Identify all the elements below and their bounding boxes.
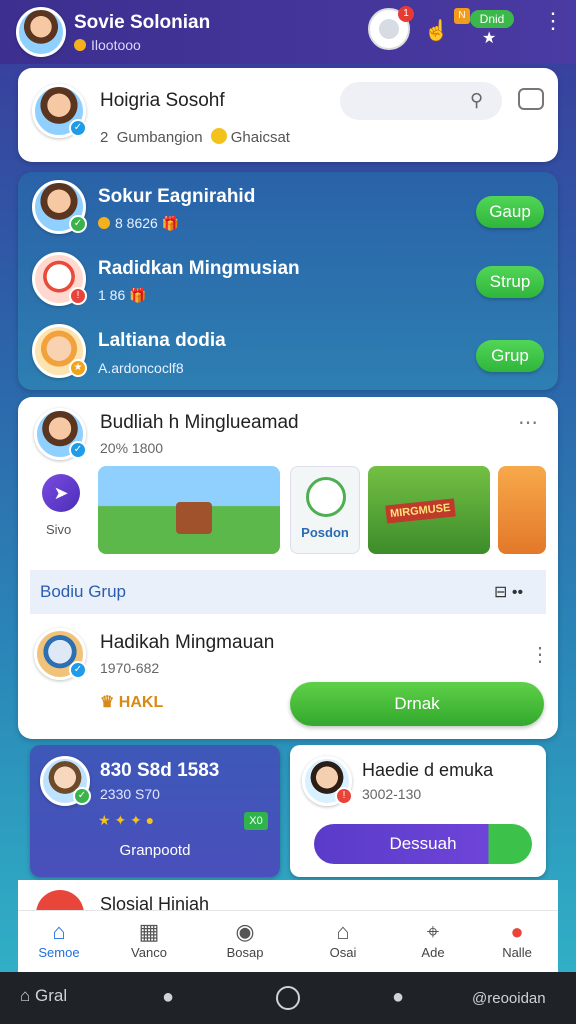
coin-icon (74, 39, 86, 51)
composer-meta: 2 Gumbangion Ghaicsat (100, 128, 290, 146)
hand-icon[interactable]: ☝ (424, 18, 449, 43)
alert-badge-icon: ! (335, 787, 353, 805)
join-button-1[interactable]: Gaup (476, 196, 544, 228)
verified-badge-icon: ✓ (69, 441, 87, 459)
stats-footer: Granpootd (119, 842, 191, 859)
gift-row-meta: 1970-682 (100, 660, 160, 676)
notification-button[interactable]: 1 (368, 6, 414, 50)
composer-avatar: ✓ (32, 84, 87, 138)
promo-label: Dnid (470, 10, 514, 28)
alert-badge-icon: ! (69, 287, 87, 305)
invite-action-button[interactable]: Dessuah (314, 824, 532, 864)
post-name: Budliah h Minglueamad (100, 412, 299, 433)
share-label: Sivo (46, 522, 72, 537)
promo-small-badge: N (454, 8, 470, 24)
more-menu-icon[interactable]: ⋮ (542, 10, 564, 32)
post-avatar: ✓ (34, 408, 87, 460)
tab-pin[interactable]: ◉ Bosap (210, 919, 280, 960)
stats-tile-avatar: ✓ (40, 756, 91, 806)
suggested-avatar-3: ★ (32, 324, 87, 378)
notification-count-badge: 1 (398, 6, 414, 22)
nav-chat-icon[interactable]: ● (162, 986, 174, 1009)
camera-icon[interactable] (518, 88, 544, 110)
coin-icon (98, 217, 110, 229)
thumbnail-label: Posdon (301, 525, 349, 540)
emoji-icon (210, 128, 227, 144)
gift-row-name: Hadikah Mingmauan (100, 632, 275, 653)
join-button-3[interactable]: Grup (476, 340, 544, 372)
bottom-tab-bar: ⌂ Semoe ▦ Vanco ◉ Bosap ⌂ Osai ⌖ Ade ● Nalle (18, 910, 558, 972)
post-meta: 20% 1800 (100, 440, 164, 456)
tab-store[interactable]: ▦ Vanco (114, 919, 184, 960)
invite-name: Haedie d emuka (362, 760, 494, 780)
verified-badge-icon: ✓ (69, 661, 87, 679)
promo-button[interactable]: N Dnid ★ (454, 8, 514, 48)
gift-thumbnail-2[interactable]: Posdon (290, 466, 360, 554)
nav-home-button[interactable]: ⌂ Gral (20, 986, 67, 1006)
invite-meta: 3002-130 (362, 786, 422, 802)
peek-row (18, 880, 558, 912)
gift-thumbnail-4[interactable] (498, 466, 546, 554)
check-badge-icon: ✓ (69, 215, 87, 233)
app-subtitle: Ilootooo (74, 37, 141, 53)
gift-action-button[interactable]: Drnak (290, 682, 544, 726)
stats-meta: 2330 S70 (100, 786, 160, 802)
stars-banner: ♛ HAKL (100, 694, 164, 711)
home-icon: ⌂ (20, 986, 31, 1005)
reward-icons: ★ ✦ ✦ ● (98, 812, 155, 828)
stats-value: 830 S8d 1583 (100, 760, 220, 781)
banner-label: MIRGMUSE (385, 498, 456, 524)
suggested-name-1: Sokur Eagnirahid (98, 186, 256, 207)
gift-box-icon (176, 502, 212, 534)
nav-bubble-icon[interactable]: ● (392, 986, 404, 1009)
tab-profile[interactable]: ● Nalle (482, 919, 552, 960)
composer-name: Hoigria Sosohf (100, 90, 225, 111)
suggested-avatar-2: ! (32, 252, 87, 306)
gift-thumbnail-3[interactable]: MIRGMUSE (368, 466, 490, 554)
section-options-icon[interactable]: ⊟ •• (494, 582, 523, 602)
gift-row-more-icon[interactable]: ⋮ (530, 642, 550, 667)
post-more-icon[interactable]: ⋯ (518, 410, 538, 435)
join-button-2[interactable]: Strup (476, 266, 544, 298)
mascot-icon (306, 477, 346, 517)
suggested-avatar-1: ✓ (32, 180, 87, 234)
tag-icon: ⌖ (426, 919, 440, 944)
bot-icon (379, 19, 399, 39)
verified-badge-icon: ✓ (69, 119, 87, 137)
mic-icon[interactable]: ⚲ (470, 90, 483, 111)
stats-chip: X0 (244, 812, 268, 830)
star-badge-icon: ★ (69, 359, 87, 377)
gift-icon: 🎁 (129, 287, 147, 303)
gift-thumbnail-1[interactable] (98, 466, 280, 554)
gift-icon: 🎁 (161, 215, 180, 231)
home-icon: ⌂ (52, 919, 66, 944)
star-icon: ★ (482, 30, 497, 47)
tab-tags[interactable]: ⌖ Ade (398, 919, 468, 960)
invite-tile-avatar: ! (302, 756, 353, 806)
suggested-name-3: Laltiana dodia (98, 330, 226, 351)
suggested-meta-1: 8 8626 🎁 (98, 215, 179, 232)
user-avatar[interactable] (16, 7, 66, 57)
crown-icon: ♛ (100, 694, 115, 711)
profile-icon: ● (510, 919, 524, 944)
tab-home[interactable]: ⌂ Semoe (24, 919, 94, 960)
check-badge-icon: ✓ (73, 787, 91, 805)
store-icon: ▦ (138, 919, 160, 944)
pin-icon: ◉ (235, 919, 255, 944)
suggested-meta-2: 1 86 🎁 (98, 287, 147, 303)
suggested-meta-3: A.ardoncoclf8 (98, 360, 184, 376)
gift-box-icon: ⌂ (336, 919, 350, 944)
app-title: Sovie Solonian (74, 12, 211, 33)
suggested-name-2: Radidkan Mingmusian (98, 258, 300, 279)
tab-gifts[interactable]: ⌂ Osai (308, 919, 378, 960)
nav-account-label[interactable]: @reooidan (472, 990, 546, 1007)
section-title: Bodiu Grup (40, 582, 126, 601)
share-icon[interactable]: ➤ (42, 474, 80, 512)
nav-circle-icon[interactable] (276, 986, 300, 1010)
gift-row-avatar: ✓ (34, 628, 87, 680)
